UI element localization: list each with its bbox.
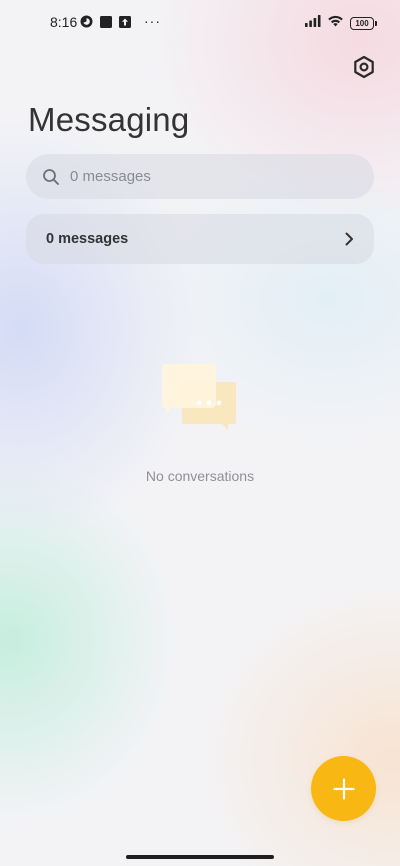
search-input[interactable] xyxy=(68,167,352,186)
wifi-icon xyxy=(327,14,344,32)
status-bar: 8:16 ··· 100 xyxy=(0,0,400,44)
plus-icon xyxy=(332,777,355,800)
status-right-icons: 100 xyxy=(305,14,377,32)
status-left-icons: ··· xyxy=(80,13,161,33)
empty-state-text: No conversations xyxy=(145,468,255,484)
more-notifications-icon: ··· xyxy=(144,13,161,29)
settings-button[interactable] xyxy=(349,52,379,82)
settings-icon xyxy=(354,55,374,79)
square-notification-icon xyxy=(100,15,112,33)
battery-icon: 100 xyxy=(350,16,377,30)
chevron-right-icon xyxy=(345,232,353,246)
search-bar[interactable] xyxy=(26,154,374,199)
chat-bubbles-icon xyxy=(162,364,236,430)
status-time: 8:16 xyxy=(50,14,78,30)
home-indicator[interactable] xyxy=(126,855,274,859)
search-icon xyxy=(43,168,59,185)
page-title: Messaging xyxy=(28,101,190,138)
message-count-label: 0 messages xyxy=(46,231,129,247)
new-message-button[interactable] xyxy=(311,756,376,821)
message-summary-row[interactable]: 0 messages xyxy=(26,214,374,264)
upload-notification-icon xyxy=(119,15,131,33)
app-notification-icon xyxy=(80,15,93,33)
cellular-signal-icon xyxy=(305,14,321,32)
